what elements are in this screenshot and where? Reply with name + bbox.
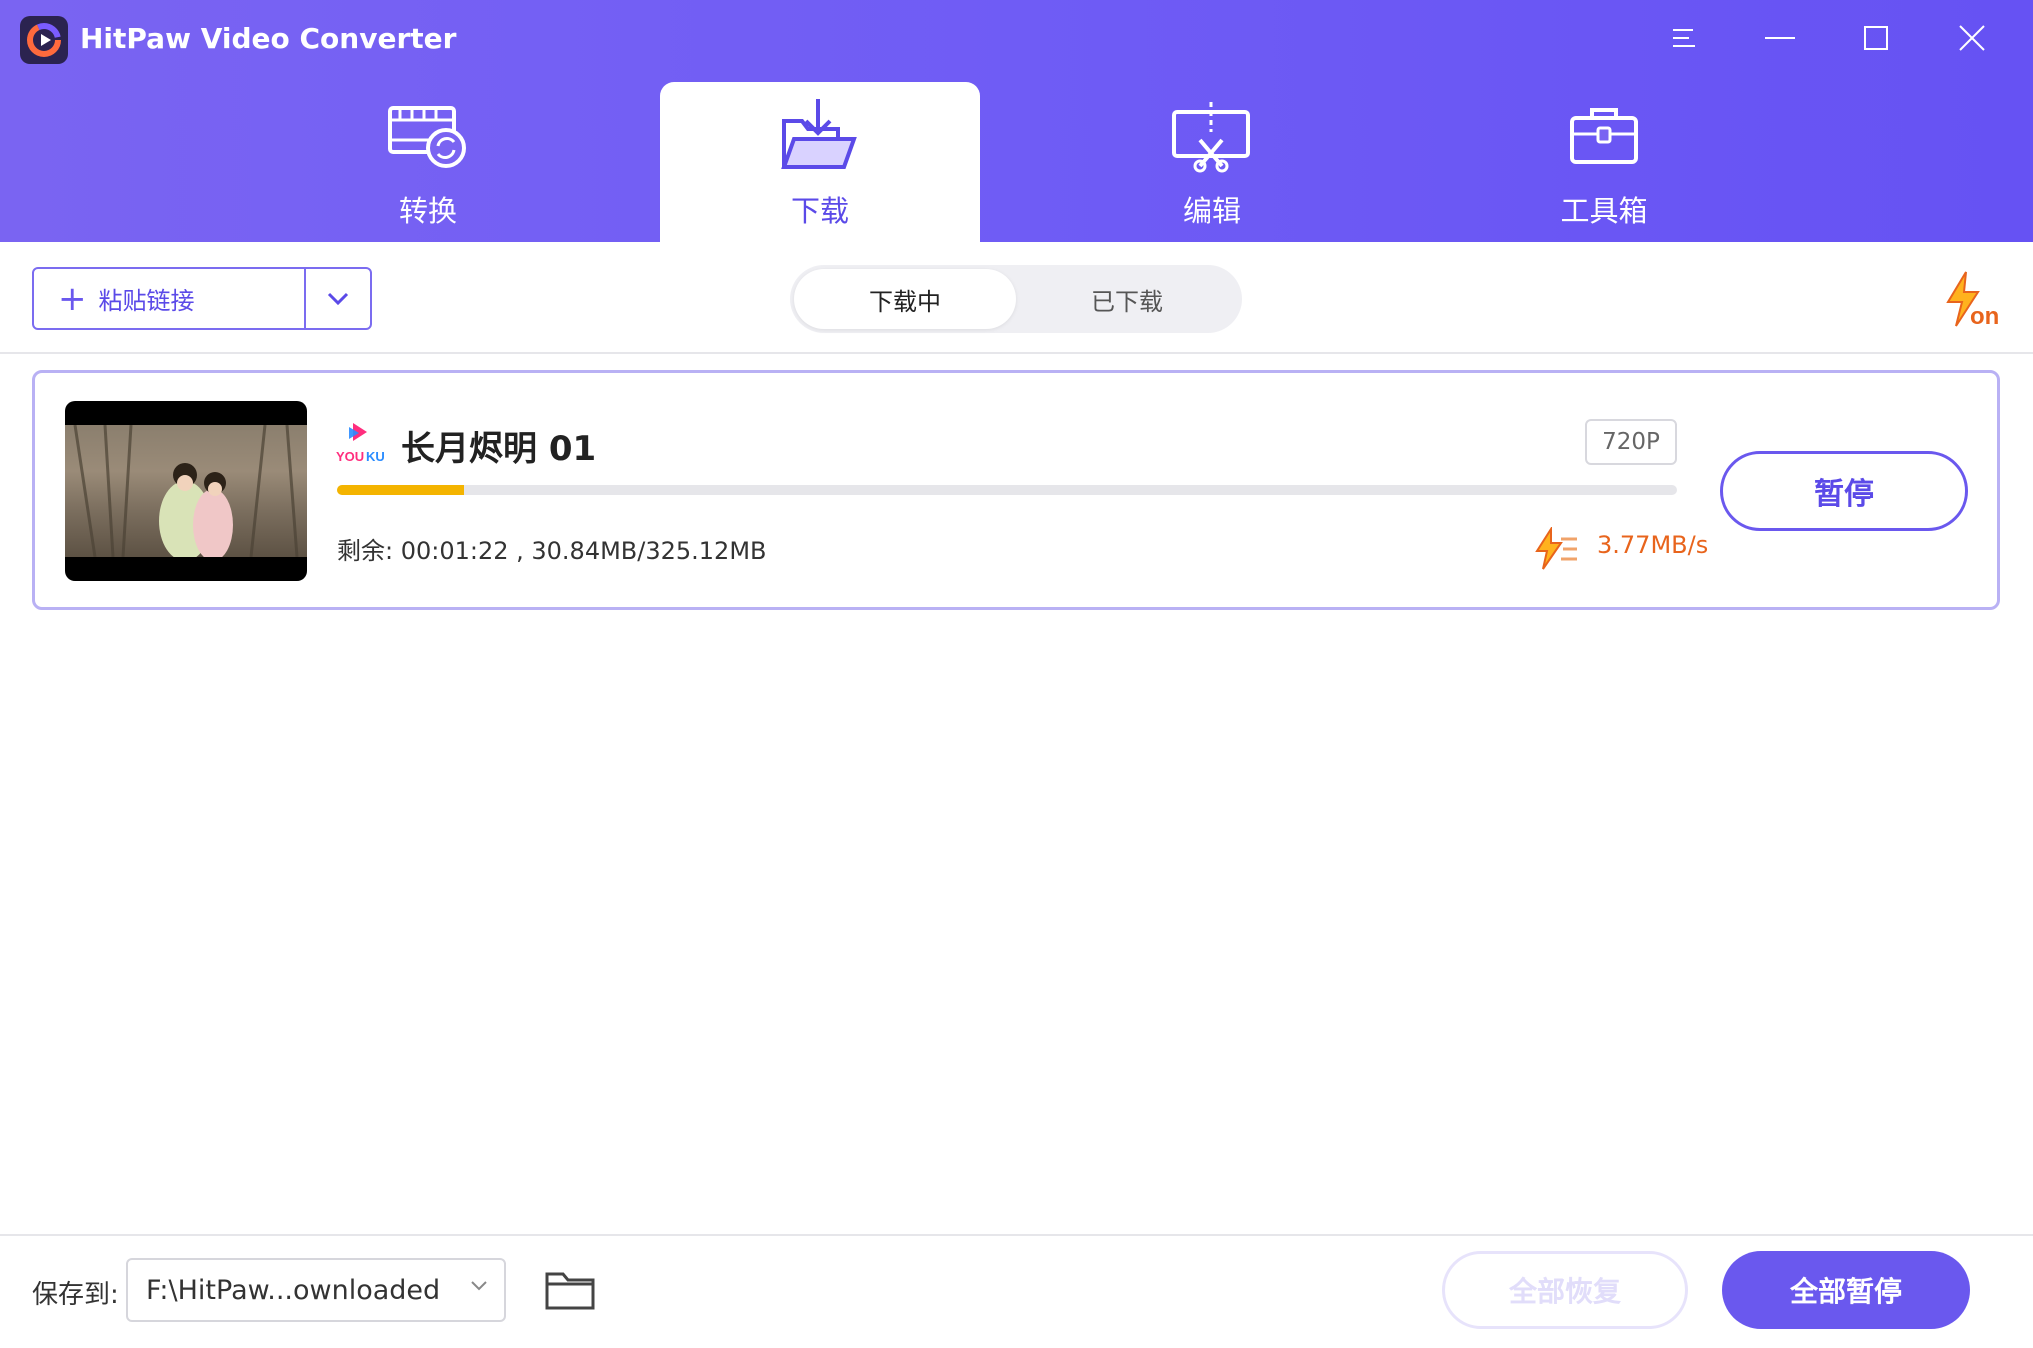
- maximize-icon[interactable]: [1846, 14, 1906, 62]
- segment-downloaded[interactable]: 已下载: [1016, 269, 1238, 329]
- save-path-value: F:\HitPaw...ownloaded: [146, 1274, 441, 1306]
- resume-all-button[interactable]: 全部恢复: [1442, 1251, 1688, 1329]
- chevron-down-icon: [327, 292, 349, 305]
- tab-edit[interactable]: 编辑: [1052, 82, 1372, 242]
- download-item: YOU KU 长月烬明 01 720P 剩余: 00:01:22 , 30.84…: [32, 370, 2000, 610]
- tab-label: 工具箱: [1560, 194, 1648, 228]
- download-progress-bar: [337, 485, 1677, 495]
- minimize-icon[interactable]: [1750, 14, 1810, 62]
- tab-toolbox[interactable]: 工具箱: [1444, 82, 1764, 242]
- segment-downloading[interactable]: 下载中: [794, 269, 1016, 329]
- download-progress-fill: [337, 485, 465, 495]
- close-icon[interactable]: [1942, 14, 2002, 62]
- download-speed: 3.77MB/s: [1597, 531, 1709, 559]
- video-title: 长月烬明 01: [401, 429, 597, 469]
- chevron-down-icon: [471, 1281, 487, 1291]
- youku-logo: YOU KU: [335, 421, 385, 465]
- pause-all-button[interactable]: 全部暂停: [1722, 1251, 1970, 1329]
- menu-icon[interactable]: [1654, 14, 1714, 62]
- footer-divider: [0, 1234, 2033, 1236]
- pause-button[interactable]: 暂停: [1720, 451, 1968, 531]
- svg-text:on: on: [1970, 303, 1999, 330]
- tab-label: 编辑: [1182, 194, 1241, 228]
- quality-badge: 720P: [1585, 419, 1677, 465]
- tab-label: 转换: [398, 194, 457, 228]
- video-thumbnail: [65, 401, 307, 581]
- speed-boost-icon: [1535, 525, 1581, 571]
- convert-icon: [386, 102, 470, 172]
- toolbox-icon: [1562, 102, 1646, 172]
- folder-icon[interactable]: [544, 1268, 596, 1312]
- paste-link-label: 粘贴链接: [98, 287, 195, 315]
- svg-text:KU: KU: [366, 449, 385, 464]
- save-to-label: 保存到:: [32, 1280, 119, 1310]
- tab-convert[interactable]: 转换: [268, 82, 588, 242]
- paste-link-control: + 粘贴链接: [32, 267, 372, 330]
- edit-icon: [1170, 102, 1254, 173]
- download-status-toggle: 下载中 已下载: [790, 265, 1242, 333]
- plus-icon: +: [58, 278, 87, 319]
- save-path-select[interactable]: F:\HitPaw...ownloaded: [126, 1258, 506, 1322]
- paste-link-button[interactable]: + 粘贴链接: [34, 269, 306, 328]
- tab-download[interactable]: 下载: [660, 82, 980, 242]
- app-logo: [20, 16, 68, 64]
- tab-label: 下载: [790, 194, 849, 228]
- app-title: HitPaw Video Converter: [80, 22, 457, 55]
- paste-link-dropdown[interactable]: [306, 269, 370, 328]
- svg-text:YOU: YOU: [336, 449, 364, 464]
- title-bar: HitPaw Video Converter 转换 下载 编辑 工具箱: [0, 0, 2033, 242]
- download-icon: [778, 99, 862, 172]
- toolbar-divider: [0, 352, 2033, 354]
- turbo-on-icon[interactable]: on: [1940, 270, 2004, 330]
- remaining-info: 剩余: 00:01:22 , 30.84MB/325.12MB: [337, 537, 767, 565]
